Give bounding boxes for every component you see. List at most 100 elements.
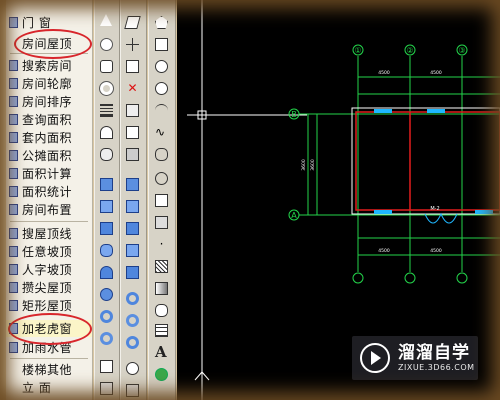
box-tool-button[interactable] [97, 58, 117, 76]
spring-icon [100, 104, 113, 117]
menu-item-area-stats[interactable]: 面积统计 [6, 183, 92, 200]
gradient-tool-button[interactable] [152, 280, 172, 298]
cylinder-solid-tool-button[interactable] [97, 242, 117, 260]
menu-item-label: 楼梯其他 [22, 363, 73, 377]
crosshair-tick [201, 371, 210, 381]
menu-item-label: 公摊面积 [22, 149, 73, 163]
menu-item-room-roof[interactable]: 房间屋顶 [6, 35, 92, 52]
menu-item-doors-windows[interactable]: 门 窗 [6, 14, 92, 31]
intersect-tool-button[interactable] [123, 220, 143, 238]
menu-item-gable-roof[interactable]: 人字坡顶 [6, 261, 92, 278]
drawing-canvas[interactable]: ① ② ③ B A 4500 4500 4500 4500 3600 3600 … [177, 0, 500, 400]
menu-item-any-slope-roof[interactable]: 任意坡顶 [6, 243, 92, 260]
menu-item-add-dormer[interactable]: 加老虎窗 [6, 320, 92, 337]
gradient-icon [155, 282, 168, 295]
view-tool-button[interactable] [97, 358, 117, 376]
surface-tool-button[interactable] [123, 58, 143, 76]
point-icon: · [159, 237, 164, 251]
circle-tool-button[interactable] [152, 58, 172, 76]
menu-icon [9, 17, 18, 28]
revcloud-icon [155, 148, 168, 161]
menu-item-pyramid-roof[interactable]: 攒尖屋顶 [6, 279, 92, 296]
wedge-tool-button[interactable] [97, 198, 117, 216]
loft-tool-button[interactable] [123, 242, 143, 260]
ring-tool-button[interactable] [123, 290, 143, 308]
ring2-tool-button[interactable] [123, 312, 143, 330]
plane-tool-button[interactable] [123, 14, 143, 32]
cone-solid-tool-button[interactable] [97, 264, 117, 282]
block-tool-button[interactable] [97, 176, 117, 194]
menu-item-elevation[interactable]: 立 面 [6, 379, 92, 396]
revolve-tool-button[interactable] [123, 264, 143, 282]
sphere-tool-button[interactable] [97, 36, 117, 54]
ellipse-arc-tool-button[interactable] [152, 170, 172, 188]
cylinder-solid-icon [100, 244, 113, 257]
hatch-icon [155, 260, 168, 273]
slice-tool-button[interactable] [123, 124, 143, 142]
move-tool-button[interactable] [123, 36, 143, 54]
menu-separator [10, 358, 88, 359]
play-logo-icon [360, 343, 390, 373]
spring-tool-button[interactable] [97, 102, 117, 120]
dish-icon [100, 332, 113, 345]
orbit-tool-button[interactable] [123, 360, 143, 378]
move-icon [126, 38, 139, 51]
torus-icon [99, 81, 114, 96]
slice-icon [126, 126, 139, 139]
rect-tool-button[interactable] [152, 36, 172, 54]
torus-tool-button[interactable] [97, 80, 117, 98]
arc-tool-button[interactable] [152, 102, 172, 120]
menu-item-room-layout[interactable]: 房间布置 [6, 201, 92, 218]
window-top-1 [374, 109, 392, 113]
menu-item-label: 房间屋顶 [22, 37, 73, 51]
table-tool-button[interactable] [152, 322, 172, 340]
menu-item-search-roofline[interactable]: 搜屋顶线 [6, 225, 92, 242]
render-icon [100, 382, 113, 395]
prism-tool-button[interactable] [97, 220, 117, 238]
menu-item-label: 立 面 [22, 381, 52, 395]
cylinder-tool-button[interactable] [97, 146, 117, 164]
menu-item-room-sort[interactable]: 房间排序 [6, 93, 92, 110]
delete-tool-button[interactable]: ✕ [123, 80, 143, 98]
add-selected-tool-button[interactable] [152, 366, 172, 384]
dish-tool-button[interactable] [97, 330, 117, 348]
search-room-icon [9, 60, 18, 71]
subtract-tool-button[interactable] [123, 198, 143, 216]
watermark-title: 溜溜自学 [398, 343, 470, 363]
toolbar-draw-3: ∿ · A [148, 0, 176, 400]
menu-item-rect-roof[interactable]: 矩形屋顶 [6, 297, 92, 314]
render-tool-button[interactable] [97, 380, 117, 398]
ring3-tool-button[interactable] [123, 334, 143, 352]
hatch-tool-button[interactable] [152, 258, 172, 276]
gable-roof-icon [9, 264, 18, 275]
insert-block-tool-button[interactable] [152, 192, 172, 210]
menu-item-room-outline[interactable]: 房间轮廓 [6, 75, 92, 92]
revcloud-tool-button[interactable] [152, 146, 172, 164]
spline-tool-button[interactable]: ∿ [152, 124, 172, 142]
union-tool-button[interactable] [123, 176, 143, 194]
polygon-tool-button[interactable] [152, 14, 172, 32]
extrude-tool-button[interactable] [123, 102, 143, 120]
region-tool-button[interactable] [152, 302, 172, 320]
shell-tool-button[interactable] [123, 146, 143, 164]
make-block-tool-button[interactable] [152, 214, 172, 232]
cone-solid-icon [100, 266, 113, 279]
sphere-solid-tool-button[interactable] [97, 286, 117, 304]
menu-item-query-area[interactable]: 查询面积 [6, 111, 92, 128]
camera-tool-button[interactable] [123, 382, 143, 400]
menu-item-add-drainpipe[interactable]: 加雨水管 [6, 339, 92, 356]
mtext-tool-button[interactable]: A [152, 344, 172, 362]
menu-item-search-room[interactable]: 搜索房间 [6, 57, 92, 74]
menu-item-inner-area[interactable]: 套内面积 [6, 129, 92, 146]
view-icon [100, 360, 113, 373]
torus-solid-tool-button[interactable] [97, 308, 117, 326]
point-tool-button[interactable]: · [152, 236, 172, 254]
menu-item-area-calc[interactable]: 面积计算 [6, 165, 92, 182]
ellipse-tool-button[interactable] [152, 80, 172, 98]
cone-tool-button[interactable] [97, 12, 117, 30]
plane-icon [124, 16, 141, 29]
insert-block-icon [155, 194, 168, 207]
dome-tool-button[interactable] [97, 124, 117, 142]
menu-item-shared-area[interactable]: 公摊面积 [6, 147, 92, 164]
menu-item-stairs-other[interactable]: 楼梯其他 [6, 361, 92, 378]
